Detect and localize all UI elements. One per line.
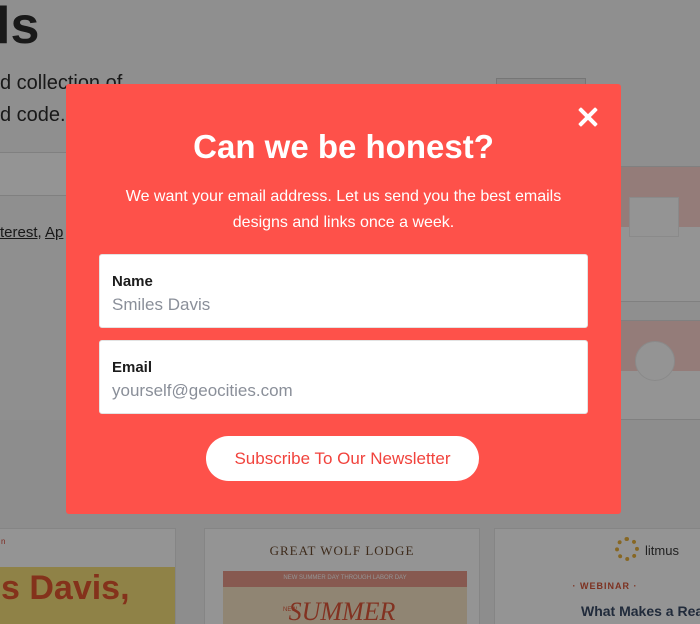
- name-input[interactable]: [112, 295, 572, 315]
- modal-description: We want your email address. Let us send …: [125, 188, 562, 231]
- email-field[interactable]: Email: [99, 340, 588, 414]
- subscribe-button[interactable]: Subscribe To Our Newsletter: [206, 436, 479, 481]
- close-icon[interactable]: [577, 106, 599, 128]
- newsletter-modal: Can we be honest? We want your email add…: [66, 84, 621, 514]
- name-field-label: Name: [112, 273, 153, 290]
- name-field[interactable]: Name: [99, 254, 588, 328]
- email-field-label: Email: [112, 359, 153, 376]
- modal-title: Can we be honest?: [193, 128, 494, 165]
- email-input[interactable]: [112, 381, 572, 401]
